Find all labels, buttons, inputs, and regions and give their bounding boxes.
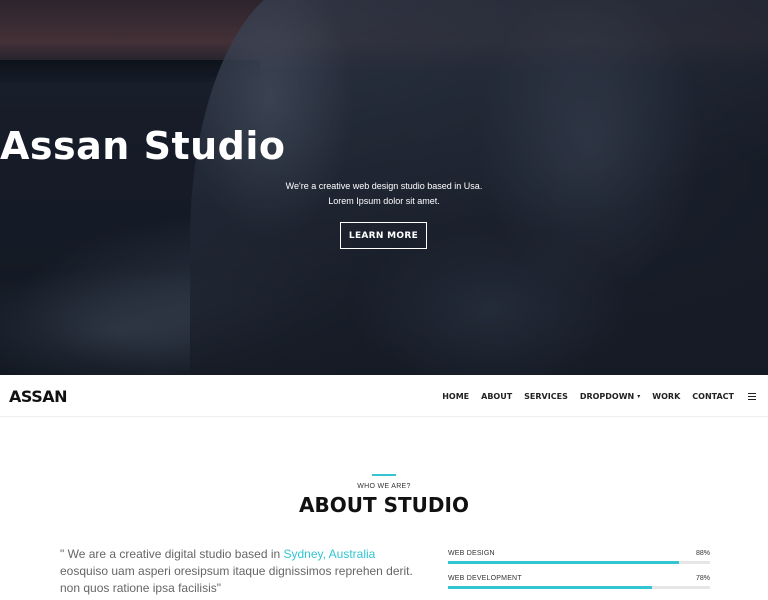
nav-link-about[interactable]: ABOUT — [481, 392, 512, 401]
nav-link-work[interactable]: WORK — [652, 392, 680, 401]
section-eyebrow: WHO WE ARE? — [357, 483, 411, 490]
skill-label: WEB DEVELOPMENT — [448, 575, 522, 582]
list-icon[interactable] — [748, 392, 756, 400]
skill-progress-fill — [448, 561, 679, 564]
hero-subtitle: We're a creative web design studio based… — [285, 181, 483, 206]
skill-progress-track — [448, 586, 710, 589]
skills-list: WEB DESIGN 88% WEB DEVELOPMENT 78% — [448, 550, 710, 600]
skill-percent: 78% — [695, 575, 710, 582]
navbar: ASSAN HOME ABOUT SERVICES DROPDOWN ▾ WOR… — [0, 375, 768, 417]
hero-title: Assan Studio — [0, 124, 286, 168]
skill-progress-fill — [448, 586, 653, 589]
about-description: " We are a creative digital studio based… — [60, 546, 420, 597]
skill-item: WEB DESIGN 88% — [448, 550, 710, 575]
skill-percent: 88% — [695, 550, 710, 557]
about-text-end: eosquiso uam asperi oresipsum itaque dig… — [60, 564, 413, 595]
nav-link-dropdown-label: DROPDOWN — [579, 391, 635, 401]
hero-section: Assan Studio We're a creative web design… — [0, 0, 768, 375]
location-link[interactable]: Sydney, Australia — [284, 547, 376, 561]
about-text-start: " We are a creative digital studio based… — [60, 547, 284, 561]
nav-link-dropdown[interactable]: DROPDOWN ▾ — [580, 392, 640, 401]
nav-link-contact[interactable]: CONTACT — [692, 392, 734, 401]
brand-logo[interactable]: ASSAN — [9, 387, 67, 406]
skill-label: WEB DESIGN — [448, 550, 495, 557]
learn-more-button[interactable]: LEARN MORE — [340, 222, 427, 249]
section-title: ABOUT STUDIO — [299, 493, 469, 517]
nav-links: HOME ABOUT SERVICES DROPDOWN ▾ WORK CONT… — [430, 375, 756, 417]
section-accent-line — [372, 474, 396, 476]
nav-link-services[interactable]: SERVICES — [524, 392, 568, 401]
skill-progress-track — [448, 561, 710, 564]
nav-link-home[interactable]: HOME — [442, 392, 469, 401]
skill-item: WEB DEVELOPMENT 78% — [448, 575, 710, 600]
caret-down-icon: ▾ — [637, 392, 641, 400]
